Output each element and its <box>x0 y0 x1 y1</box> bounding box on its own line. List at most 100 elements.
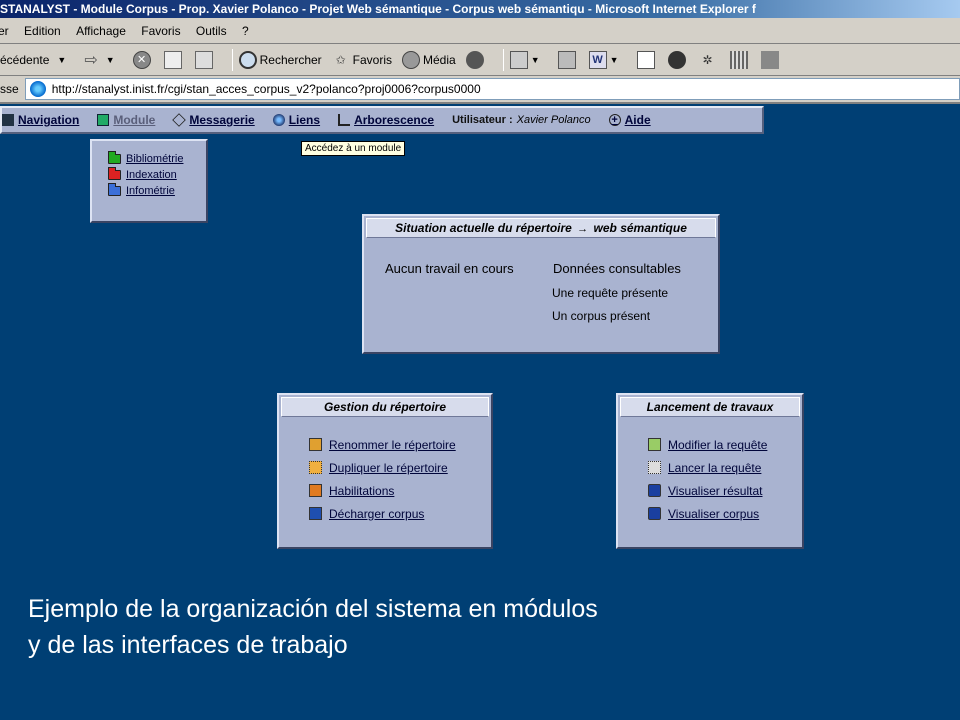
unload-corpus-label: Décharger corpus <box>329 506 425 521</box>
monitor-icon <box>648 484 661 497</box>
edit-word-button[interactable]: W ▼ <box>588 50 627 69</box>
favorites-button[interactable]: ✩ Favoris <box>332 51 392 69</box>
rename-directory-link[interactable]: Renommer le répertoire <box>309 433 491 456</box>
history-icon <box>465 50 484 69</box>
nav-aide-label: Aide <box>624 113 651 127</box>
chevron-down-icon[interactable]: ▼ <box>610 55 619 65</box>
nav-arborescence-label: Arborescence <box>354 113 435 127</box>
address-input[interactable]: http://stanalyst.inist.fr/cgi/stan_acces… <box>24 78 960 100</box>
menu-help[interactable]: ? <box>242 18 249 44</box>
permissions-link[interactable]: Habilitations <box>309 479 491 502</box>
window-title: STANALYST - Module Corpus - Prop. Xavier… <box>0 2 756 16</box>
duplicate-directory-label: Dupliquer le répertoire <box>329 460 448 475</box>
tool-button-1[interactable]: ✲ <box>699 51 720 69</box>
grid-icon <box>729 50 748 69</box>
duplicate-icon <box>309 461 322 474</box>
caption-line-2: y de las interfaces de trabajo <box>28 631 348 659</box>
mail-icon <box>509 50 528 69</box>
view-result-link[interactable]: Visualiser résultat <box>648 479 802 502</box>
favorites-label: Favoris <box>352 52 393 67</box>
ie-page-icon <box>29 81 46 97</box>
floppy-disk-icon <box>309 507 322 520</box>
refresh-icon <box>163 50 182 69</box>
status-panel: Situation actuelle du répertoire → web s… <box>362 214 720 354</box>
nav-liens-label: Liens <box>288 113 321 127</box>
view-result-label: Visualiser résultat <box>668 483 763 498</box>
tool-button-2[interactable] <box>729 50 751 69</box>
module-item-label: Infométrie <box>126 185 175 197</box>
menu-favoris[interactable]: Favoris <box>141 18 180 44</box>
nav-liens[interactable]: Liens <box>272 113 321 127</box>
view-corpus-label: Visualiser corpus <box>668 506 760 521</box>
print-icon <box>557 50 576 69</box>
search-button[interactable]: Rechercher <box>238 50 322 69</box>
slide-caption: Ejemplo de la organización del sistema e… <box>28 591 598 663</box>
run-query-link[interactable]: Lancer la requête <box>648 456 802 479</box>
gestion-panel: Gestion du répertoire Renommer le répert… <box>277 393 493 549</box>
chevron-down-icon[interactable]: ▼ <box>106 55 115 65</box>
media-button[interactable]: Média <box>402 50 456 69</box>
forward-button[interactable]: ⇨ ▼ <box>84 50 122 70</box>
forward-arrow-icon: ⇨ <box>84 51 98 69</box>
history-button[interactable] <box>465 50 487 69</box>
nav-module[interactable]: Module <box>97 113 155 127</box>
rename-icon <box>309 438 322 451</box>
module-item-label: Bibliométrie <box>126 153 184 165</box>
nav-navigation[interactable]: Navigation <box>2 113 79 127</box>
print-button[interactable] <box>557 50 579 69</box>
edit-query-link[interactable]: Modifier la requête <box>648 433 802 456</box>
chevron-down-icon[interactable]: ▼ <box>531 55 540 65</box>
toolbar-separator <box>502 48 504 71</box>
globe-icon <box>272 114 285 126</box>
media-label: Média <box>423 52 456 67</box>
permissions-label: Habilitations <box>329 483 395 498</box>
gestion-panel-title: Gestion du répertoire <box>281 397 489 417</box>
browser-toolbar: écédente ▼ ⇨ ▼ ✕ Rechercher ✩ Favoris Mé… <box>0 44 960 76</box>
back-button[interactable]: écédente ▼ <box>0 53 74 67</box>
address-url: http://stanalyst.inist.fr/cgi/stan_acces… <box>51 82 481 96</box>
tool-button-3[interactable] <box>760 50 782 69</box>
arrow-icon: → <box>577 223 589 235</box>
module-item-infometrie[interactable]: Infométrie <box>108 183 206 199</box>
favorites-star-icon: ✩ <box>335 52 346 67</box>
nav-messagerie[interactable]: Messagerie <box>172 113 255 127</box>
lancement-panel: Lancement de travaux Modifier la requête… <box>616 393 804 549</box>
home-button[interactable] <box>194 50 216 69</box>
menu-file[interactable]: er <box>0 18 9 44</box>
edit-query-icon <box>648 438 661 451</box>
module-item-bibliometrie[interactable]: Bibliométrie <box>108 151 206 167</box>
nav-arborescence[interactable]: Arborescence <box>338 113 434 127</box>
envelope-icon <box>172 113 187 127</box>
menu-outils[interactable]: Outils <box>196 18 227 44</box>
run-query-icon <box>648 461 661 474</box>
unload-corpus-link[interactable]: Décharger corpus <box>309 502 491 525</box>
globe-icon <box>667 50 686 69</box>
stop-button[interactable]: ✕ <box>132 50 154 69</box>
refresh-button[interactable] <box>163 50 185 69</box>
status-panel-title: Situation actuelle du répertoire → web s… <box>366 218 716 238</box>
mail-button[interactable]: ▼ <box>509 50 548 69</box>
menu-edition[interactable]: Edition <box>24 18 61 44</box>
chevron-down-icon[interactable]: ▼ <box>57 55 66 65</box>
document-icon <box>636 50 655 69</box>
address-bar: sse http://stanalyst.inist.fr/cgi/stan_a… <box>0 76 960 104</box>
messenger-button[interactable] <box>667 50 689 69</box>
search-icon <box>238 50 257 69</box>
tree-icon <box>338 114 351 126</box>
caption-line-1: Ejemplo de la organización del sistema e… <box>28 595 598 623</box>
research-icon <box>760 50 779 69</box>
rename-directory-label: Renommer le répertoire <box>329 437 456 452</box>
permissions-icon <box>309 484 322 497</box>
user-name: Xavier Polanco <box>516 114 591 126</box>
module-item-indexation[interactable]: Indexation <box>108 167 206 183</box>
menu-affichage[interactable]: Affichage <box>76 18 126 44</box>
duplicate-directory-link[interactable]: Dupliquer le répertoire <box>309 456 491 479</box>
back-label: écédente <box>0 52 50 67</box>
monitor-icon <box>648 507 661 520</box>
nav-aide[interactable]: + Aide <box>608 113 651 127</box>
module-item-label: Indexation <box>126 169 177 181</box>
view-corpus-link[interactable]: Visualiser corpus <box>648 502 802 525</box>
toolbar-separator <box>231 48 233 71</box>
app-nav-bar: Navigation Module Messagerie Liens Arbor… <box>0 106 764 134</box>
discuss-button[interactable] <box>636 50 658 69</box>
